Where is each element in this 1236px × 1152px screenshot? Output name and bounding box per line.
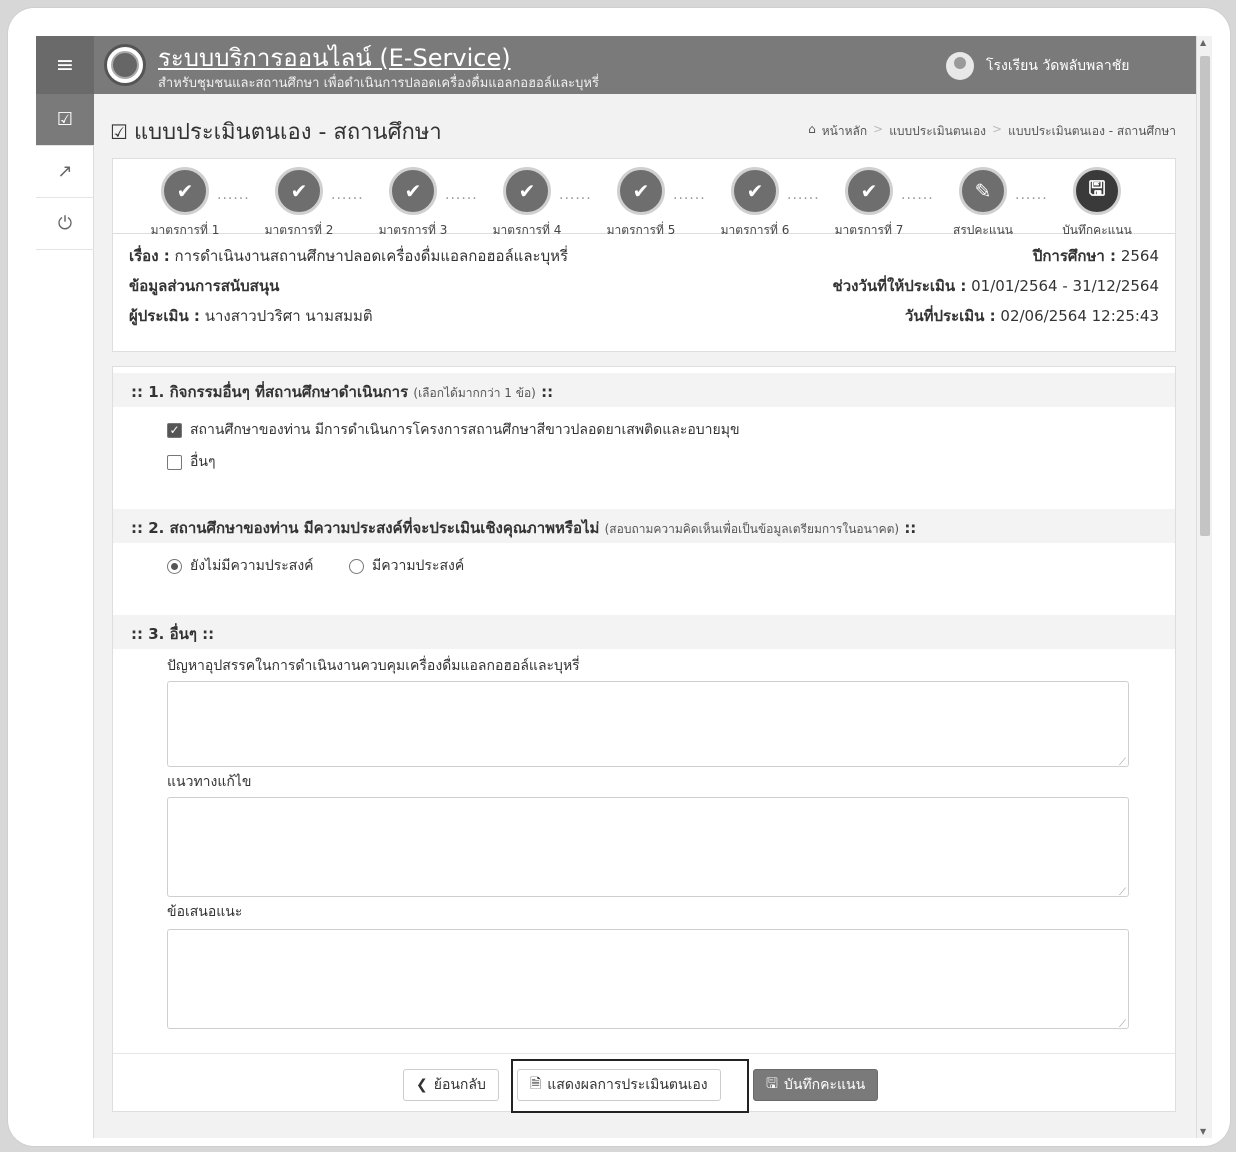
chevron-left-icon: ❮: [416, 1077, 428, 1093]
breadcrumb-current: แบบประเมินตนเอง - สถานศึกษา: [1008, 124, 1176, 138]
step-summary[interactable]: ✎ สรุปคะแนน: [933, 167, 1033, 240]
section-2-header: :: 2. สถานศึกษาของท่าน มีความประสงค์ที่จ…: [113, 509, 1175, 543]
breadcrumb-self-assessment[interactable]: แบบประเมินตนเอง: [889, 122, 986, 141]
checkbox-checked-icon[interactable]: ✓: [167, 422, 182, 438]
check-icon: ✔: [275, 167, 323, 215]
section-1-header: :: 1. กิจกรรมอื่นๆ ที่สถานศึกษาดำเนินการ…: [113, 373, 1175, 407]
edit-icon: ✎: [959, 167, 1007, 215]
check-icon: ✔: [617, 167, 665, 215]
problems-textarea[interactable]: [167, 681, 1129, 768]
back-button[interactable]: ❮ ย้อนกลับ: [403, 1069, 499, 1101]
assessor-row: ผู้ประเมิน : นางสาวปวริศา นามสมมติ: [129, 307, 373, 325]
document-icon: 🗎: [530, 1076, 542, 1092]
floppy-disk-icon: 🖫: [1073, 167, 1121, 215]
step-7[interactable]: ✔ มาตรการที่ 7: [819, 167, 919, 240]
step-3[interactable]: ✔ มาตรการที่ 3: [363, 167, 463, 240]
step-progress: ✔ มาตรการที่ 1 ...... ✔ มาตรการที่ 2 .....…: [112, 158, 1176, 237]
activity-option-1[interactable]: ✓ สถานศึกษาของท่าน มีการดำเนินการโครงการ…: [167, 419, 740, 441]
step-2[interactable]: ✔ มาตรการที่ 2: [249, 167, 349, 240]
app-screen: ≡ ระบบบริการออนไลน์ (E-Service) สำหรับชุ…: [36, 36, 1212, 1138]
scroll-thumb[interactable]: [1200, 56, 1210, 536]
scroll-down-icon[interactable]: ▼: [1200, 1127, 1206, 1136]
suggestions-label: ข้อเสนอแนะ: [167, 904, 243, 920]
sidebar-logout-icon[interactable]: ⏻: [36, 198, 94, 250]
user-name[interactable]: โรงเรียน วัดพลับพลาชัย: [986, 55, 1129, 77]
year-row: ปีการศึกษา : 2564: [1032, 247, 1159, 265]
assessment-form: :: 1. กิจกรรมอื่นๆ ที่สถานศึกษาดำเนินการ…: [112, 366, 1176, 1113]
step-4[interactable]: ✔ มาตรการที่ 4: [477, 167, 577, 240]
step-1[interactable]: ✔ มาตรการที่ 1: [135, 167, 235, 240]
suggestions-textarea[interactable]: [167, 929, 1129, 1030]
subject-row: เรื่อง : การดำเนินงานสถานศึกษาปลอดเครื่อ…: [129, 247, 569, 265]
check-icon: ✔: [503, 167, 551, 215]
date-row: วันที่ประเมิน : 02/06/2564 12:25:43: [904, 307, 1159, 325]
radio-icon[interactable]: [349, 558, 364, 574]
period-row: ช่วงวันที่ให้ประเมิน : 01/01/2564 - 31/1…: [832, 277, 1159, 295]
problems-label: ปัญหาอุปสรรคในการดำเนินงานควบคุมเครื่องด…: [167, 658, 580, 674]
user-avatar-icon[interactable]: [946, 52, 974, 80]
sidebar: ☑ ↗ ⏻: [36, 94, 94, 1138]
breadcrumb: ⌂ หน้าหลัก > แบบประเมินตนเอง > แบบประเมิ…: [808, 122, 1176, 141]
quality-option-yes[interactable]: มีความประสงค์: [349, 555, 464, 577]
activity-option-other[interactable]: อื่นๆ: [167, 451, 216, 473]
app-logo: [104, 44, 146, 86]
device-frame: ≡ ระบบบริการออนไลน์ (E-Service) สำหรับชุ…: [8, 8, 1230, 1146]
check-icon: ✔: [731, 167, 779, 215]
checkbox-icon[interactable]: [167, 454, 182, 470]
breadcrumb-home[interactable]: หน้าหลัก: [822, 122, 867, 141]
sidebar-chart-icon[interactable]: ↗: [36, 146, 94, 198]
sidebar-assessment-icon[interactable]: ☑: [36, 94, 94, 146]
support-row: ข้อมูลส่วนการสนับสนุน: [129, 277, 280, 295]
quality-option-no[interactable]: ยังไม่มีความประสงค์: [167, 555, 314, 577]
top-bar: ≡ ระบบบริการออนไลน์ (E-Service) สำหรับชุ…: [36, 36, 1196, 94]
step-5[interactable]: ✔ มาตรการที่ 5: [591, 167, 691, 240]
floppy-disk-icon: 🖫: [766, 1076, 778, 1092]
section-3-header: :: 3. อื่นๆ ::: [113, 615, 1175, 649]
check-icon: ✔: [845, 167, 893, 215]
check-icon: ✔: [161, 167, 209, 215]
show-result-button[interactable]: 🗎 แสดงผลการประเมินตนเอง: [517, 1069, 721, 1101]
save-score-button[interactable]: 🖫 บันทึกคะแนน: [753, 1069, 879, 1101]
menu-icon[interactable]: ≡: [36, 36, 94, 94]
checkbox-icon: ☑: [110, 120, 128, 144]
radio-selected-icon[interactable]: [167, 558, 182, 574]
step-save[interactable]: 🖫 บันทึกคะแนน: [1047, 167, 1147, 240]
solutions-textarea[interactable]: [167, 797, 1129, 898]
step-6[interactable]: ✔ มาตรการที่ 6: [705, 167, 805, 240]
check-icon: ✔: [389, 167, 437, 215]
scrollbar[interactable]: ▲ ▼: [1196, 36, 1212, 1138]
app-subtitle: สำหรับชุมชนและสถานศึกษา เพื่อดำเนินการปล…: [158, 76, 599, 91]
home-icon: ⌂: [808, 122, 816, 136]
page-title: ☑ แบบประเมินตนเอง - สถานศึกษา: [110, 120, 442, 145]
assessment-info: เรื่อง : การดำเนินงานสถานศึกษาปลอดเครื่อ…: [112, 234, 1176, 352]
solutions-label: แนวทางแก้ไข: [167, 774, 252, 790]
scroll-up-icon[interactable]: ▲: [1200, 38, 1206, 47]
